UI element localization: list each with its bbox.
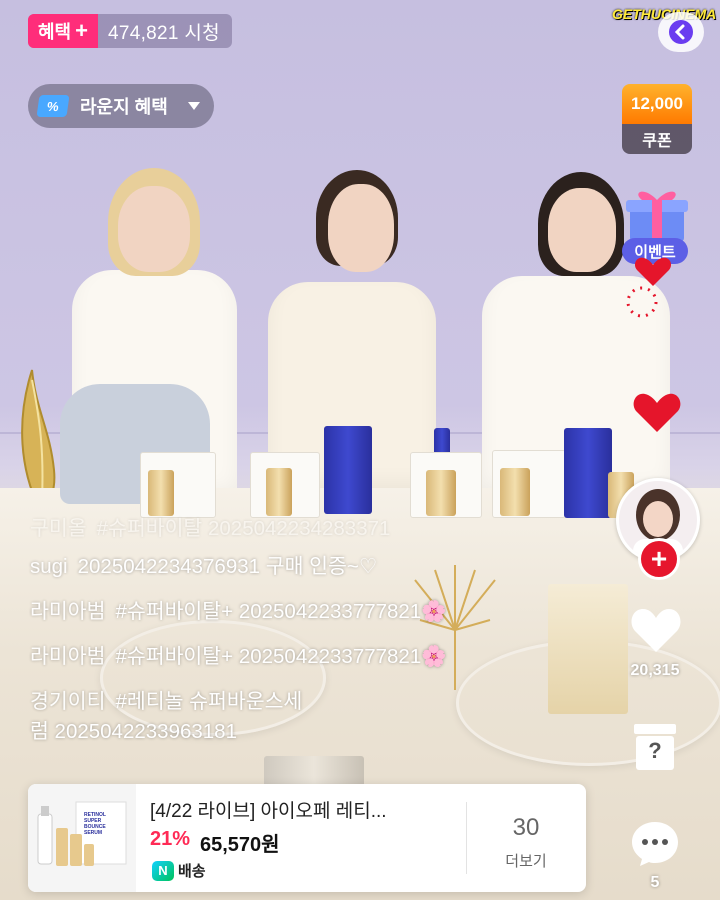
flower-icon: 🌸 [421,600,447,623]
product-price: 65,570원 [200,834,280,856]
coupon-amount: 12,000 [622,84,692,124]
plus-icon: + [75,18,88,43]
chat-text: #레티놀 슈퍼바운스세 [115,690,303,713]
chevron-left-icon [669,20,693,44]
chat-text: #슈퍼바이탈 2025042234283371 [96,517,391,540]
product-thumbnail: RETINOL SUPER BOUNCE SERUM [28,784,136,892]
chat-message: 라미아범 #슈퍼바이탈+ 2025042233777821🌸 [30,642,590,672]
flower-icon: 🌸 [421,645,447,668]
chat-nickname: 경기이티 [30,690,106,713]
naver-icon: N [152,860,174,881]
caret-down-icon [188,102,200,110]
chat-message: 라미아범 #슈퍼바이탈+ 2025042233777821🌸 [30,597,590,627]
product-thumbnail-image [28,784,136,892]
mystery-question-mark: ? [648,738,662,763]
product-thumbnail-text: RETINOL SUPER BOUNCE SERUM [84,812,106,836]
gift-icon [626,191,688,242]
more-products-count[interactable]: 30 [466,814,586,842]
chat-text-continued: 럼 2025042233963181 [30,720,237,743]
viewer-count: 474,821 시청 [107,22,220,44]
benefit-label: 혜택 [38,22,72,42]
product-discount: 21% [150,828,191,850]
chat-message: 경기이티 #레티놀 슈퍼바운스세 럼 2025042233963181 [30,687,590,747]
percent-icon: % [36,95,70,117]
mystery-box-button[interactable]: ? [632,722,678,772]
like-heart-icon[interactable] [630,606,682,654]
live-video-stage [0,0,720,900]
product-card[interactable]: RETINOL SUPER BOUNCE SERUM [4/22 라이브] 아이… [28,784,586,892]
benefit-button[interactable]: 혜택 + [28,14,98,48]
chat-feed: 구미올 #슈퍼바이탈 2025042234283371 sugi 202504223… [30,514,590,762]
chat-nickname: sugi [30,555,68,578]
chat-nickname: 라미아범 [30,600,106,623]
coupon-label: 쿠폰 [622,124,692,154]
floating-heart-icon [633,393,681,432]
coupon-button[interactable]: 12,000 쿠폰 [622,84,692,154]
lounge-benefit-dropdown[interactable]: % 라운지 혜택 [28,84,214,128]
chat-text: #슈퍼바이탈+ 2025042233777821 [115,600,422,623]
live-status-bar: 혜택 + 474,821 시청 [28,14,232,48]
collapse-button[interactable] [658,12,704,52]
chat-nickname: 라미아범 [30,645,106,668]
chat-message: sugi 2025042234376931 구매 인증~♡ [30,552,590,582]
shipping-label: 배송 [178,863,206,880]
floating-heart-dotted-icon [626,286,658,318]
product-title: [4/22 라이브] 아이오페 레티... [150,801,387,822]
comment-bubble-icon[interactable] [630,820,680,868]
event-button[interactable]: 이벤트 [618,186,694,266]
chat-nickname: 구미올 [30,517,87,540]
chat-text: 2025042234376931 구매 인증~♡ [77,555,378,578]
lounge-label: 라운지 혜택 [80,97,168,117]
comment-count: 5 [650,874,660,891]
like-count: 20,315 [630,662,680,679]
chat-message: 구미올 #슈퍼바이탈 2025042234283371 [30,514,590,544]
chat-text: #슈퍼바이탈+ 2025042233777821 [115,645,422,668]
follow-plus-button[interactable]: + [638,538,680,580]
shipping-badge: N 배송 [152,860,206,881]
more-products-button[interactable]: 더보기 [466,850,586,871]
